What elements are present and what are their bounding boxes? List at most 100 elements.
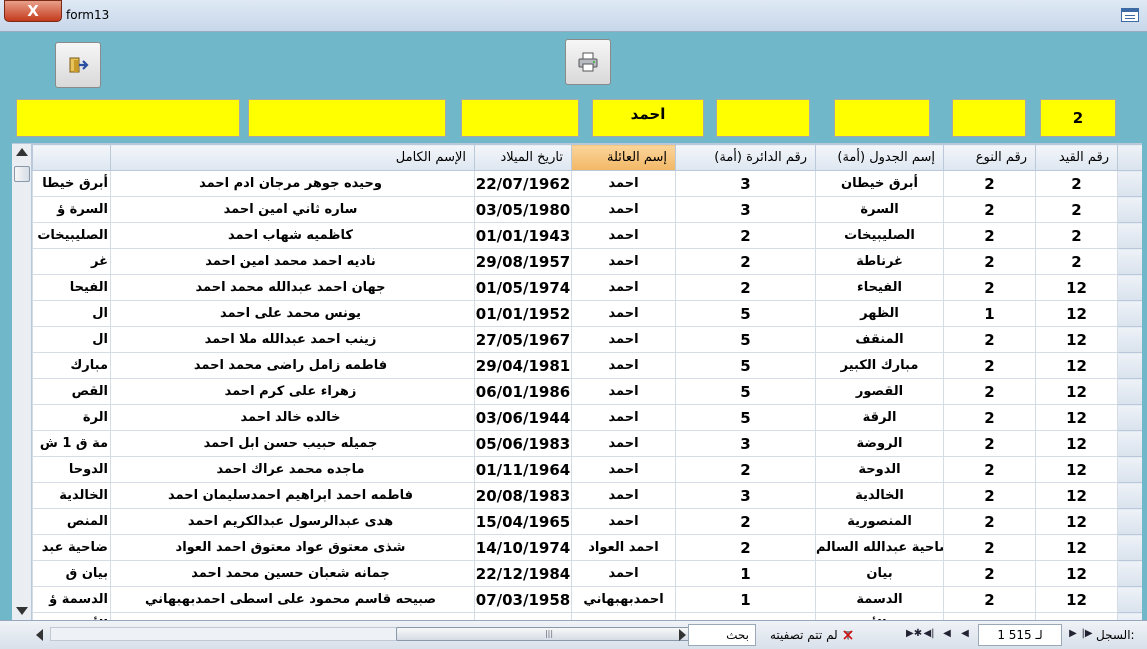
row-cell-dob[interactable]: 15/04/1965 <box>474 508 572 535</box>
row-cell-type[interactable]: 2 <box>943 586 1036 613</box>
row-cell-dob[interactable]: 03/06/1944 <box>474 404 572 431</box>
row-cell-table[interactable]: الظهر <box>815 300 944 327</box>
row-cell-table[interactable]: المنقف <box>815 326 944 353</box>
row-cell-family[interactable]: احمد <box>571 560 676 587</box>
row-selector[interactable] <box>1117 534 1142 561</box>
filter-field-family[interactable]: احمد <box>592 99 704 137</box>
row-cell-family[interactable]: احمد <box>571 248 676 275</box>
row-cell-district[interactable]: 3 <box>675 170 816 197</box>
row-cell-table[interactable]: الأ <box>815 612 944 620</box>
column-header-family[interactable]: إسم العائلة <box>571 144 676 171</box>
row-cell-reg[interactable] <box>1035 612 1118 620</box>
last-record-icon[interactable]: ◀| <box>922 627 936 641</box>
row-cell-type[interactable]: 2 <box>943 352 1036 379</box>
scroll-thumb-horizontal[interactable]: ||| <box>396 627 702 641</box>
row-cell-district[interactable]: 2 <box>675 274 816 301</box>
row-cell-extra[interactable]: ال <box>32 326 111 353</box>
search-input[interactable]: بحث <box>688 624 756 646</box>
row-cell-reg[interactable]: 12 <box>1035 560 1118 587</box>
row-cell-district[interactable]: 2 <box>675 534 816 561</box>
row-cell-extra[interactable]: السرة ؤ <box>32 196 111 223</box>
row-selector[interactable] <box>1117 508 1142 535</box>
row-cell-dob[interactable]: 20/08/1983 <box>474 482 572 509</box>
prev-record-icon-alt[interactable]: ◀ <box>958 627 972 641</box>
row-cell-family[interactable]: احمد <box>571 274 676 301</box>
row-cell-full-name[interactable]: ناديه احمد محمد امين احمد <box>110 248 475 275</box>
previous-record-icon[interactable]: ▶ <box>1066 627 1080 641</box>
row-selector[interactable] <box>1117 404 1142 431</box>
vertical-scrollbar[interactable] <box>12 144 32 620</box>
row-cell-district[interactable]: 3 <box>675 196 816 223</box>
row-cell-family[interactable]: احمدبهبهاني <box>571 586 676 613</box>
print-button[interactable] <box>565 39 611 85</box>
row-cell-full-name[interactable]: خالده خالد احمد <box>110 404 475 431</box>
row-cell-full-name[interactable]: فاطمه احمد ابراهيم احمدسليمان احمد <box>110 482 475 509</box>
row-cell-reg[interactable]: 12 <box>1035 300 1118 327</box>
row-selector[interactable] <box>1117 586 1142 613</box>
row-cell-full-name[interactable]: وحيده جوهر مرجان ادم احمد <box>110 170 475 197</box>
row-selector[interactable] <box>1117 352 1142 379</box>
row-cell-extra[interactable]: ضاحية عبد <box>32 534 111 561</box>
row-selector[interactable] <box>1117 326 1142 353</box>
column-header-district[interactable]: رقم الدائرة (أمة) <box>675 144 816 171</box>
table-row[interactable]: مة ق 1 ش جميله حبيب حسن ابل احمد 05/06/198… <box>32 430 1142 457</box>
filter-field-extra[interactable] <box>16 99 240 137</box>
row-cell-dob[interactable]: 07/03/1958 <box>474 586 572 613</box>
row-cell-family[interactable]: احمد <box>571 508 676 535</box>
row-cell-family[interactable]: احمد <box>571 404 676 431</box>
row-cell-type[interactable]: 2 <box>943 534 1036 561</box>
row-cell-full-name[interactable]: فاطمه زامل راضى محمد احمد <box>110 352 475 379</box>
row-cell-reg[interactable]: 12 <box>1035 456 1118 483</box>
row-cell-type[interactable]: 2 <box>943 378 1036 405</box>
row-cell-family[interactable] <box>571 612 676 620</box>
row-cell-family[interactable]: احمد <box>571 456 676 483</box>
row-cell-dob[interactable]: 01/05/1974 <box>474 274 572 301</box>
row-cell-dob[interactable]: 14/10/1974 <box>474 534 572 561</box>
row-cell-extra[interactable]: أبرق خيطا <box>32 170 111 197</box>
row-cell-reg[interactable]: 12 <box>1035 534 1118 561</box>
row-cell-table[interactable]: الرقة <box>815 404 944 431</box>
row-selector[interactable] <box>1117 170 1142 197</box>
row-cell-table[interactable]: الفيحاء <box>815 274 944 301</box>
row-cell-dob[interactable] <box>474 612 572 620</box>
row-cell-type[interactable]: 2 <box>943 430 1036 457</box>
row-cell-district[interactable]: 1 <box>675 560 816 587</box>
filter-field-full-name[interactable] <box>248 99 446 137</box>
row-cell-type[interactable]: 2 <box>943 404 1036 431</box>
table-row[interactable]: الصليبيخات كاظميه شهاب احمد 01/01/1943 احمد… <box>32 222 1142 249</box>
row-cell-table[interactable]: مبارك الكبير <box>815 352 944 379</box>
row-cell-table[interactable]: الدوحة <box>815 456 944 483</box>
table-row[interactable]: المنص هدى عبدالرسول عبدالكريم احمد 15/04/1… <box>32 508 1142 535</box>
row-selector[interactable] <box>1117 300 1142 327</box>
row-cell-district[interactable]: 2 <box>675 508 816 535</box>
row-cell-district[interactable]: 2 <box>675 222 816 249</box>
row-cell-type[interactable]: 2 <box>943 456 1036 483</box>
column-header-extra[interactable] <box>32 144 111 171</box>
row-cell-table[interactable]: الدسمة <box>815 586 944 613</box>
row-cell-family[interactable]: احمد <box>571 300 676 327</box>
row-cell-dob[interactable]: 06/01/1986 <box>474 378 572 405</box>
row-cell-district[interactable] <box>675 612 816 620</box>
row-cell-type[interactable]: 2 <box>943 248 1036 275</box>
row-cell-full-name[interactable]: جمانه شعبان حسين محمد احمد <box>110 560 475 587</box>
new-record-icon[interactable]: ▶✱ <box>906 627 922 641</box>
row-cell-table[interactable]: الصليبيخات <box>815 222 944 249</box>
row-cell-family[interactable]: احمد <box>571 170 676 197</box>
row-cell-dob[interactable]: 29/08/1957 <box>474 248 572 275</box>
scroll-down-icon[interactable] <box>16 607 28 615</box>
row-cell-table[interactable]: غرناطة <box>815 248 944 275</box>
row-cell-type[interactable]: 2 <box>943 560 1036 587</box>
row-cell-extra[interactable]: الصليبيخات <box>32 222 111 249</box>
row-selector[interactable] <box>1117 456 1142 483</box>
scroll-thumb[interactable] <box>14 166 30 182</box>
row-cell-district[interactable]: 3 <box>675 430 816 457</box>
table-row[interactable]: السرة ؤ ساره ثاني امين احمد 03/05/1980 احمد… <box>32 196 1142 223</box>
table-row[interactable]: الدوحا ماجده محمد عراك احمد 01/11/1964 احمد… <box>32 456 1142 483</box>
scroll-up-icon[interactable] <box>16 148 28 156</box>
row-selector[interactable] <box>1117 222 1142 249</box>
row-cell-type[interactable]: 2 <box>943 196 1036 223</box>
row-selector[interactable] <box>1117 612 1142 620</box>
row-cell-full-name[interactable]: صبيحه قاسم محمود على اسطى احمدبهبهاني <box>110 586 475 613</box>
row-cell-dob[interactable]: 03/05/1980 <box>474 196 572 223</box>
row-cell-reg[interactable]: 2 <box>1035 196 1118 223</box>
